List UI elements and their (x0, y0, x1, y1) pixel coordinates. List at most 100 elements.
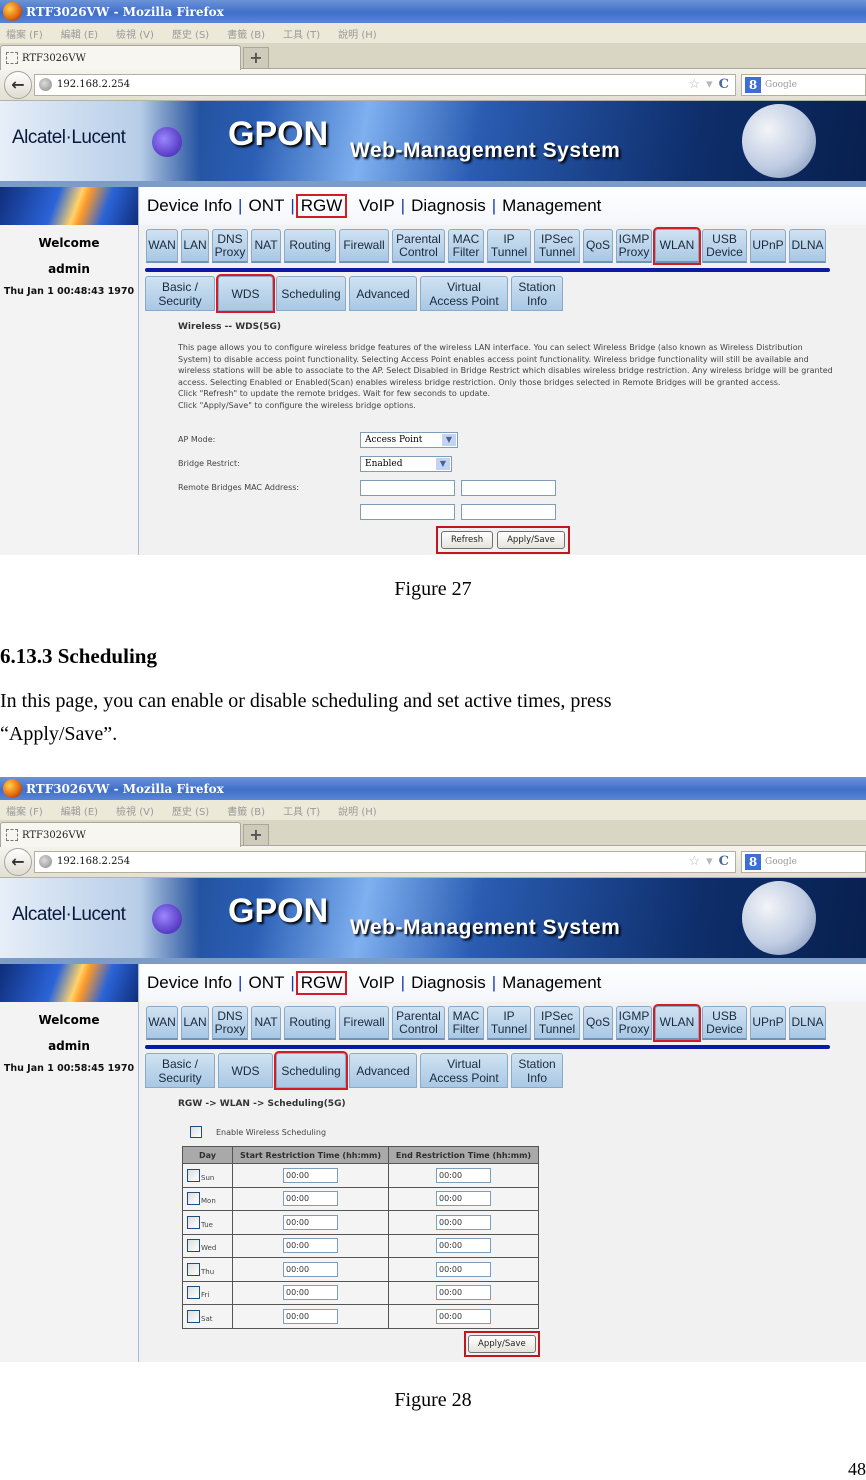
nav-tab-ipsec-tunnel[interactable]: IPSec Tunnel (534, 229, 580, 263)
url-bar[interactable]: 192.168.2.254 ☆ ▾ C (34, 850, 736, 873)
nav-tab-dns-proxy[interactable]: DNS Proxy (212, 1006, 248, 1040)
end-time-input[interactable]: 00:00 (436, 1167, 491, 1183)
sub-tab-scheduling[interactable]: Scheduling (276, 276, 346, 311)
sub-tab-wds[interactable]: WDS (218, 1053, 273, 1088)
day-checkbox[interactable] (187, 1215, 200, 1229)
menu-help[interactable]: 說明 (H) (338, 26, 377, 41)
nav-tab-wlan[interactable]: WLAN (653, 227, 701, 265)
menu-bookmarks[interactable]: 書籤 (B) (227, 803, 265, 818)
menu-edit[interactable]: 編輯 (E) (61, 803, 98, 818)
menu-history[interactable]: 歷史 (S) (172, 803, 209, 818)
day-checkbox[interactable] (187, 1309, 200, 1323)
sub-tab-wds[interactable]: WDS (216, 274, 275, 313)
top-menu-management[interactable]: Management (499, 196, 604, 216)
start-time-input[interactable]: 00:00 (283, 1285, 338, 1301)
new-tab-button[interactable]: + (243, 824, 269, 845)
back-button[interactable]: ← (4, 70, 32, 99)
enable-scheduling-checkbox[interactable] (190, 1126, 202, 1138)
menu-edit[interactable]: 編輯 (E) (61, 26, 98, 41)
nav-tab-parental-control[interactable]: Parental Control (392, 1006, 445, 1040)
start-time-input[interactable]: 00:00 (283, 1191, 338, 1207)
top-menu-management[interactable]: Management (499, 973, 604, 993)
top-menu-rgw[interactable]: RGW (295, 194, 348, 218)
end-time-input[interactable]: 00:00 (436, 1238, 491, 1254)
nav-tab-qos[interactable]: QoS (583, 229, 613, 263)
sub-tab-virtual-access-point[interactable]: Virtual Access Point (420, 1053, 508, 1088)
day-checkbox[interactable] (187, 1192, 200, 1206)
end-time-input[interactable]: 00:00 (436, 1191, 491, 1207)
top-menu-ont[interactable]: ONT (245, 196, 287, 216)
start-time-input[interactable]: 00:00 (283, 1238, 338, 1254)
nav-tab-wan[interactable]: WAN (146, 229, 178, 263)
end-time-input[interactable]: 00:00 (436, 1285, 491, 1301)
start-time-input[interactable]: 00:00 (283, 1261, 338, 1277)
sub-tab-scheduling[interactable]: Scheduling (274, 1051, 348, 1090)
nav-tab-nat[interactable]: NAT (251, 1006, 281, 1040)
top-menu-device-info[interactable]: Device Info (144, 196, 235, 216)
start-time-input[interactable]: 00:00 (283, 1308, 338, 1324)
search-engine-icon[interactable]: 8 (745, 853, 761, 870)
reload-icon[interactable]: C (719, 854, 729, 869)
nav-tab-upnp[interactable]: UPnP (750, 1006, 786, 1040)
bookmark-star-icon[interactable]: ☆ (688, 77, 700, 92)
menu-file[interactable]: 檔案 (F) (6, 26, 43, 41)
nav-tab-nat[interactable]: NAT (251, 229, 281, 263)
nav-tab-firewall[interactable]: Firewall (339, 229, 389, 263)
nav-tab-dlna[interactable]: DLNA (789, 1006, 826, 1040)
apply-save-button[interactable]: Apply/Save (468, 1334, 536, 1353)
day-checkbox[interactable] (187, 1262, 200, 1276)
nav-tab-mac-filter[interactable]: MAC Filter (448, 1006, 484, 1040)
day-checkbox[interactable] (187, 1168, 200, 1182)
new-tab-button[interactable]: + (243, 47, 269, 68)
nav-tab-ipsec-tunnel[interactable]: IPSec Tunnel (534, 1006, 580, 1040)
nav-tab-dns-proxy[interactable]: DNS Proxy (212, 229, 248, 263)
nav-tab-dlna[interactable]: DLNA (789, 229, 826, 263)
nav-tab-lan[interactable]: LAN (181, 229, 209, 263)
menu-view[interactable]: 檢視 (V) (116, 26, 154, 41)
menu-tools[interactable]: 工具 (T) (283, 803, 320, 818)
history-dropdown-icon[interactable]: ▾ (706, 77, 713, 92)
nav-tab-routing[interactable]: Routing (284, 229, 336, 263)
remote-mac-input-3[interactable] (360, 503, 455, 520)
menu-file[interactable]: 檔案 (F) (6, 803, 43, 818)
nav-tab-parental-control[interactable]: Parental Control (392, 229, 445, 263)
sub-tab-station-info[interactable]: Station Info (511, 1053, 563, 1088)
nav-tab-wan[interactable]: WAN (146, 1006, 178, 1040)
nav-tab-usb-device[interactable]: USB Device (702, 1006, 747, 1040)
nav-tab-wlan[interactable]: WLAN (653, 1004, 701, 1042)
nav-tab-igmp-proxy[interactable]: IGMP Proxy (616, 1006, 652, 1040)
browser-tab[interactable]: RTF3026VW (0, 822, 241, 847)
top-menu-voip[interactable]: VoIP (356, 196, 398, 216)
menu-history[interactable]: 歷史 (S) (172, 26, 209, 41)
sub-tab-virtual-access-point[interactable]: Virtual Access Point (420, 276, 508, 311)
nav-tab-firewall[interactable]: Firewall (339, 1006, 389, 1040)
history-dropdown-icon[interactable]: ▾ (706, 854, 713, 869)
reload-icon[interactable]: C (719, 77, 729, 92)
search-engine-icon[interactable]: 8 (745, 76, 761, 93)
remote-mac-input-2[interactable] (461, 479, 556, 496)
menu-view[interactable]: 檢視 (V) (116, 803, 154, 818)
browser-tab[interactable]: RTF3026VW (0, 45, 241, 70)
nav-tab-upnp[interactable]: UPnP (750, 229, 786, 263)
menu-bookmarks[interactable]: 書籤 (B) (227, 26, 265, 41)
bridge-restrict-select[interactable]: Enabled ▼ (360, 455, 452, 472)
search-bar[interactable]: 8 Google (741, 73, 866, 96)
nav-tab-ip-tunnel[interactable]: IP Tunnel (487, 229, 531, 263)
menu-tools[interactable]: 工具 (T) (283, 26, 320, 41)
back-button[interactable]: ← (4, 847, 32, 876)
nav-tab-routing[interactable]: Routing (284, 1006, 336, 1040)
nav-tab-ip-tunnel[interactable]: IP Tunnel (487, 1006, 531, 1040)
nav-tab-usb-device[interactable]: USB Device (702, 229, 747, 263)
remote-mac-input-1[interactable] (360, 479, 455, 496)
end-time-input[interactable]: 00:00 (436, 1261, 491, 1277)
sub-tab-advanced[interactable]: Advanced (349, 276, 417, 311)
top-menu-rgw[interactable]: RGW (295, 971, 348, 995)
sub-tab-basic-security[interactable]: Basic / Security (145, 276, 215, 311)
top-menu-diagnosis[interactable]: Diagnosis (408, 196, 489, 216)
sub-tab-station-info[interactable]: Station Info (511, 276, 563, 311)
top-menu-device-info[interactable]: Device Info (144, 973, 235, 993)
bookmark-star-icon[interactable]: ☆ (688, 854, 700, 869)
start-time-input[interactable]: 00:00 (283, 1214, 338, 1230)
top-menu-voip[interactable]: VoIP (356, 973, 398, 993)
search-bar[interactable]: 8 Google (741, 850, 866, 873)
